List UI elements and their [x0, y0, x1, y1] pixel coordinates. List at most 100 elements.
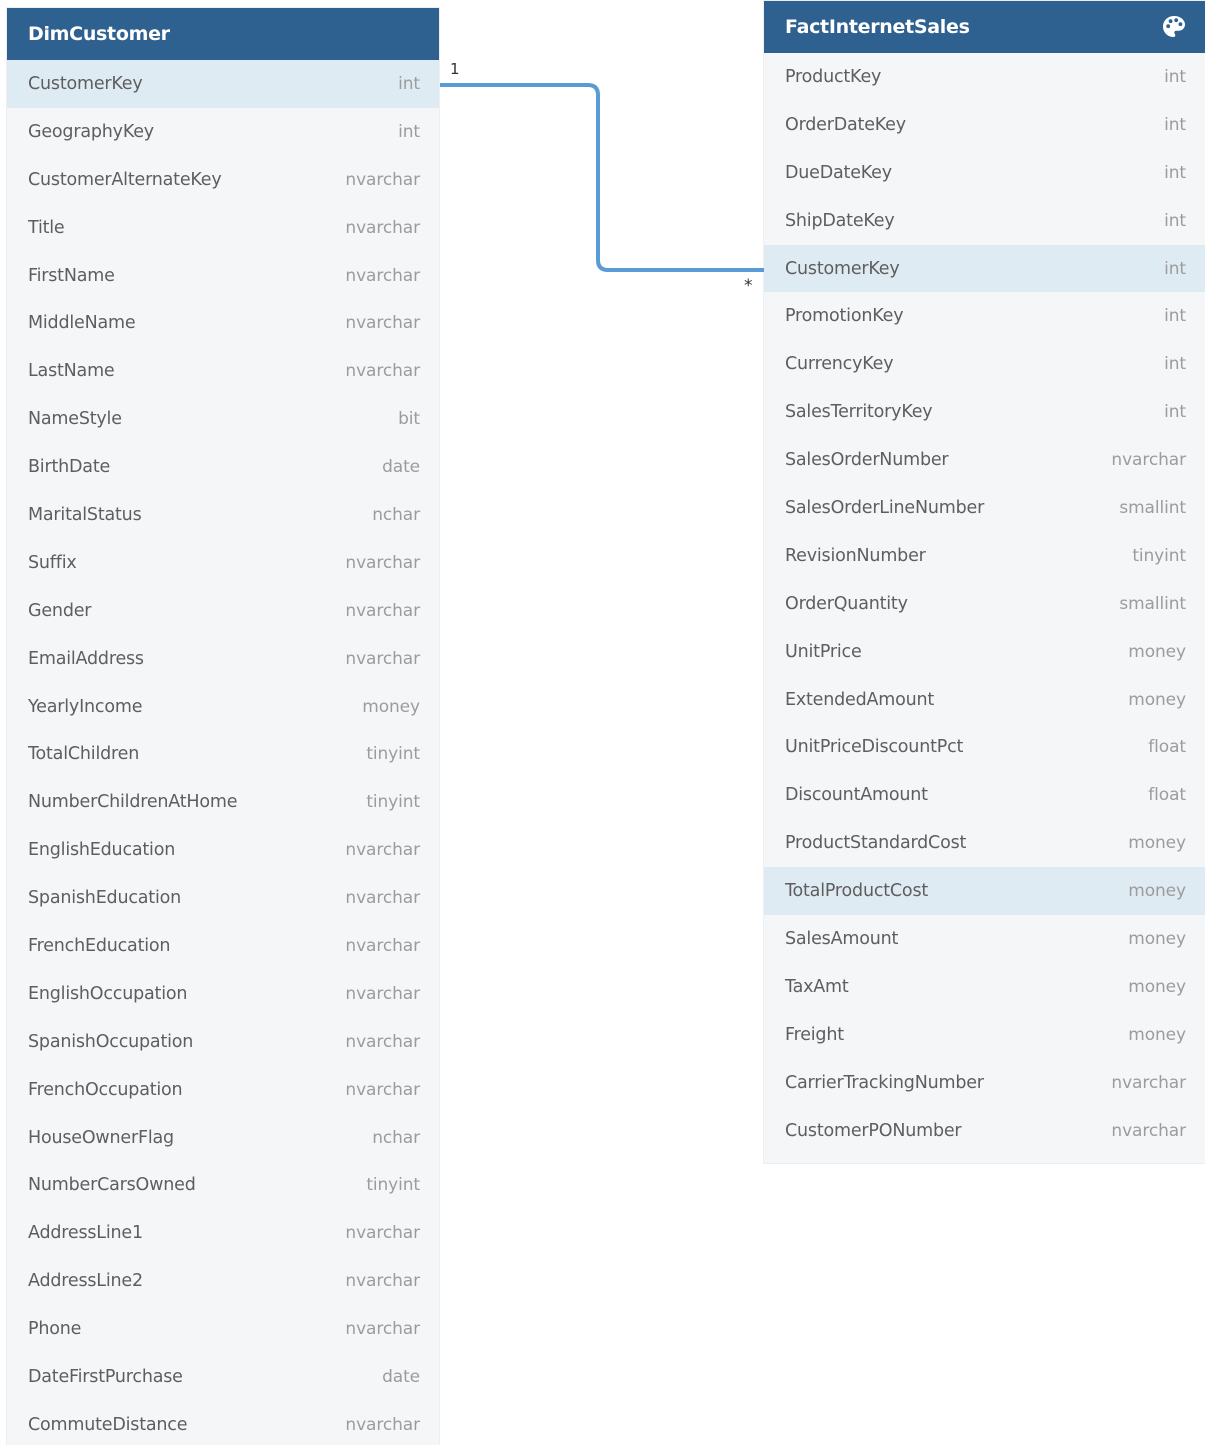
column-name: CurrencyKey: [785, 354, 894, 375]
column-name: HouseOwnerFlag: [28, 1127, 174, 1148]
column-type: nvarchar: [1111, 450, 1186, 471]
column-row-unitpricediscountpct[interactable]: UnitPriceDiscountPct float: [764, 723, 1205, 771]
column-row-gender[interactable]: Gender nvarchar: [7, 587, 439, 635]
column-type: nvarchar: [345, 1319, 420, 1340]
column-row-spanisheducation[interactable]: SpanishEducation nvarchar: [7, 874, 439, 922]
column-type: int: [1164, 258, 1186, 279]
column-row-englisheducation[interactable]: EnglishEducation nvarchar: [7, 826, 439, 874]
column-row-salesorderlinenumber[interactable]: SalesOrderLineNumber smallint: [764, 484, 1205, 532]
column-name: TotalChildren: [28, 744, 140, 765]
column-name: FirstName: [28, 265, 115, 286]
column-row-revisionnumber[interactable]: RevisionNumber tinyint: [764, 532, 1205, 580]
column-row-geographykey[interactable]: GeographyKey int: [7, 108, 439, 156]
column-row-houseownerflag[interactable]: HouseOwnerFlag nchar: [7, 1114, 439, 1162]
column-type: nvarchar: [345, 1223, 420, 1244]
column-type: nvarchar: [345, 1271, 420, 1292]
column-row-salesordernumber[interactable]: SalesOrderNumber nvarchar: [764, 436, 1205, 484]
column-name: FrenchEducation: [28, 935, 171, 956]
column-type: int: [1164, 402, 1186, 423]
column-type: date: [382, 1366, 420, 1387]
column-row-phone[interactable]: Phone nvarchar: [7, 1305, 439, 1353]
column-type: int: [398, 121, 420, 142]
column-row-yearlyincome[interactable]: YearlyIncome money: [7, 683, 439, 731]
factinternetsales-table[interactable]: FactInternetSales ProductKey int OrderDate…: [764, 1, 1205, 1163]
column-row-emailaddress[interactable]: EmailAddress nvarchar: [7, 635, 439, 683]
column-type: float: [1148, 737, 1186, 758]
column-row-customerponumber[interactable]: CustomerPONumber nvarchar: [764, 1107, 1205, 1155]
column-row-extendedamount[interactable]: ExtendedAmount money: [764, 676, 1205, 724]
column-row-birthdate[interactable]: BirthDate date: [7, 443, 439, 491]
column-row-namestyle[interactable]: NameStyle bit: [7, 395, 439, 443]
column-type: tinyint: [366, 1175, 420, 1196]
palette-icon[interactable]: [1161, 14, 1187, 40]
column-type: nvarchar: [345, 361, 420, 382]
column-type: nvarchar: [1111, 1120, 1186, 1141]
column-row-frenchoccupation[interactable]: FrenchOccupation nvarchar: [7, 1066, 439, 1114]
column-name: SalesOrderLineNumber: [785, 497, 985, 518]
column-type: nvarchar: [1111, 1072, 1186, 1093]
column-type: money: [362, 696, 420, 717]
column-type: nvarchar: [345, 169, 420, 190]
column-name: AddressLine1: [28, 1223, 143, 1244]
column-row-frencheducation[interactable]: FrenchEducation nvarchar: [7, 922, 439, 970]
column-list: ProductKey int OrderDateKey int DueDateKey in…: [764, 53, 1205, 1154]
column-row-productstandardcost[interactable]: ProductStandardCost money: [764, 819, 1205, 867]
column-name: RevisionNumber: [785, 545, 926, 566]
column-row-lastname[interactable]: LastName nvarchar: [7, 347, 439, 395]
column-type: tinyint: [1132, 545, 1186, 566]
column-row-orderquantity[interactable]: OrderQuantity smallint: [764, 580, 1205, 628]
column-row-shipdatekey[interactable]: ShipDateKey int: [764, 197, 1205, 245]
table-header[interactable]: DimCustomer: [7, 8, 439, 60]
column-row-totalproductcost[interactable]: TotalProductCost money: [764, 867, 1205, 916]
dimcustomer-table[interactable]: DimCustomer CustomerKey int GeographyKey in…: [7, 8, 439, 1445]
column-row-taxamt[interactable]: TaxAmt money: [764, 963, 1205, 1011]
column-row-freight[interactable]: Freight money: [764, 1011, 1205, 1059]
column-row-title[interactable]: Title nvarchar: [7, 204, 439, 252]
column-row-numberchildrenathome[interactable]: NumberChildrenAtHome tinyint: [7, 778, 439, 826]
column-name: EnglishOccupation: [28, 983, 188, 1004]
column-row-discountamount[interactable]: DiscountAmount float: [764, 771, 1205, 819]
column-type: date: [382, 457, 420, 478]
column-row-datefirstpurchase[interactable]: DateFirstPurchase date: [7, 1353, 439, 1401]
column-type: smallint: [1119, 497, 1186, 518]
column-row-orderdatekey[interactable]: OrderDateKey int: [764, 101, 1205, 149]
column-name: EnglishEducation: [28, 840, 176, 861]
column-row-unitprice[interactable]: UnitPrice money: [764, 628, 1205, 676]
column-row-addressline2[interactable]: AddressLine2 nvarchar: [7, 1257, 439, 1305]
table-header[interactable]: FactInternetSales: [764, 1, 1205, 53]
column-row-customerkey[interactable]: CustomerKey int: [7, 60, 439, 108]
column-row-totalchildren[interactable]: TotalChildren tinyint: [7, 730, 439, 778]
column-type: money: [1128, 641, 1186, 662]
column-row-promotionkey[interactable]: PromotionKey int: [764, 292, 1205, 340]
column-type: nvarchar: [345, 552, 420, 573]
column-row-salesamount[interactable]: SalesAmount money: [764, 915, 1205, 963]
column-row-englishoccupation[interactable]: EnglishOccupation nvarchar: [7, 970, 439, 1018]
column-row-currencykey[interactable]: CurrencyKey int: [764, 340, 1205, 388]
column-row-commutedistance[interactable]: CommuteDistance nvarchar: [7, 1401, 439, 1445]
column-type: tinyint: [366, 792, 420, 813]
column-type: nchar: [372, 1127, 420, 1148]
column-row-spanishoccupation[interactable]: SpanishOccupation nvarchar: [7, 1018, 439, 1066]
column-type: nvarchar: [345, 1079, 420, 1100]
column-row-middlename[interactable]: MiddleName nvarchar: [7, 299, 439, 347]
column-row-carriertrackingnumber[interactable]: CarrierTrackingNumber nvarchar: [764, 1059, 1205, 1107]
column-row-firstname[interactable]: FirstName nvarchar: [7, 252, 439, 300]
column-name: FrenchOccupation: [28, 1079, 183, 1100]
column-name: Suffix: [28, 552, 77, 573]
column-name: Phone: [28, 1319, 82, 1340]
column-type: nvarchar: [345, 265, 420, 286]
column-name: SpanishEducation: [28, 888, 182, 909]
column-row-salesterritorykey[interactable]: SalesTerritoryKey int: [764, 388, 1205, 436]
column-name: ShipDateKey: [785, 210, 895, 231]
column-row-numbercarsowned[interactable]: NumberCarsOwned tinyint: [7, 1161, 439, 1209]
column-row-suffix[interactable]: Suffix nvarchar: [7, 539, 439, 587]
column-row-maritalstatus[interactable]: MaritalStatus nchar: [7, 491, 439, 539]
column-type: int: [1164, 162, 1186, 183]
column-row-duedatekey[interactable]: DueDateKey int: [764, 149, 1205, 197]
column-row-customeralternatekey[interactable]: CustomerAlternateKey nvarchar: [7, 156, 439, 204]
column-row-customerkey[interactable]: CustomerKey int: [764, 244, 1205, 293]
column-name: SalesOrderNumber: [785, 450, 949, 471]
column-name: TotalProductCost: [785, 881, 929, 902]
column-row-addressline1[interactable]: AddressLine1 nvarchar: [7, 1209, 439, 1257]
column-row-productkey[interactable]: ProductKey int: [764, 53, 1205, 101]
